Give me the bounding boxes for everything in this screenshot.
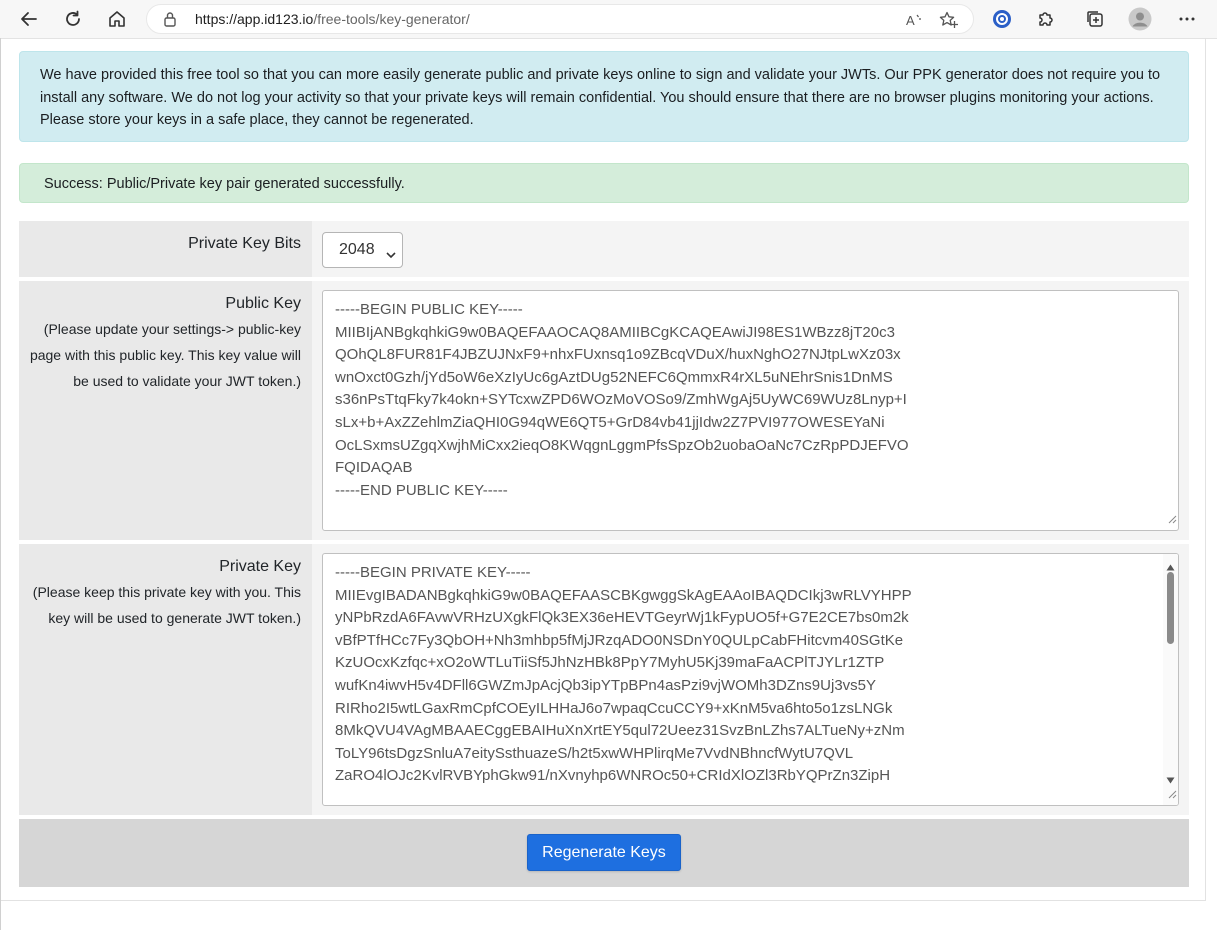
private-key-bits-field-cell <box>312 221 1189 277</box>
chevron-down-icon <box>386 246 396 264</box>
extension-app-icon[interactable] <box>989 6 1015 32</box>
collections-icon[interactable] <box>1082 6 1108 32</box>
svg-text:A: A <box>906 13 915 28</box>
page-border-left <box>0 38 1 930</box>
private-key-bits-label: Private Key Bits <box>188 235 301 252</box>
private-key-bits-label-cell: Private Key Bits <box>19 221 312 277</box>
back-icon[interactable] <box>16 6 42 32</box>
public-key-label: Public Key <box>225 295 301 312</box>
url-host: https://app.id123.io <box>195 11 314 27</box>
private-key-bits-value: 2048 <box>339 241 375 258</box>
info-alert-text: We have provided this free tool so that … <box>40 67 1161 128</box>
public-key-note: (Please update your settings-> public-ke… <box>29 321 301 389</box>
private-key-label: Private Key <box>219 558 301 575</box>
address-bar[interactable]: https://app.id123.io/free-tools/key-gene… <box>146 4 974 34</box>
private-key-scrollbar[interactable] <box>1163 554 1178 805</box>
page-border-right <box>1205 38 1206 900</box>
url-text: https://app.id123.io/free-tools/key-gene… <box>195 11 470 27</box>
scrollbar-thumb[interactable] <box>1167 572 1174 644</box>
home-icon[interactable] <box>104 6 130 32</box>
info-alert: We have provided this free tool so that … <box>19 51 1189 142</box>
resize-handle-icon[interactable] <box>1165 786 1177 804</box>
browser-toolbar: https://app.id123.io/free-tools/key-gene… <box>0 0 1217 39</box>
public-key-textarea[interactable]: -----BEGIN PUBLIC KEY----- MIIBIjANBgkqh… <box>322 290 1179 531</box>
private-key-note: (Please keep this private key with you. … <box>32 584 301 626</box>
regenerate-keys-button[interactable]: Regenerate Keys <box>527 834 681 871</box>
private-key-textarea[interactable]: -----BEGIN PRIVATE KEY----- MIIEvgIBADAN… <box>322 553 1179 806</box>
private-key-text: -----BEGIN PRIVATE KEY----- MIIEvgIBADAN… <box>335 564 912 785</box>
url-path: /free-tools/key-generator/ <box>313 11 470 27</box>
private-key-bits-select[interactable]: 2048 <box>322 232 403 268</box>
success-alert-text: Success: Public/Private key pair generat… <box>44 176 405 192</box>
lock-icon[interactable] <box>163 11 177 32</box>
profile-icon[interactable] <box>1127 6 1153 32</box>
public-key-text: -----BEGIN PUBLIC KEY----- MIIBIjANBgkqh… <box>335 301 909 499</box>
more-icon[interactable] <box>1174 6 1200 32</box>
extensions-icon[interactable] <box>1033 6 1059 32</box>
page-border-bottom <box>1 900 1206 901</box>
resize-handle-icon[interactable] <box>1165 511 1177 529</box>
add-favorite-icon[interactable] <box>939 11 959 34</box>
public-key-label-cell: Public Key (Please update your settings-… <box>19 281 312 540</box>
success-alert: Success: Public/Private key pair generat… <box>19 163 1189 203</box>
read-aloud-icon[interactable]: A <box>905 11 923 34</box>
refresh-icon[interactable] <box>60 6 86 32</box>
private-key-label-cell: Private Key (Please keep this private ke… <box>19 544 312 815</box>
